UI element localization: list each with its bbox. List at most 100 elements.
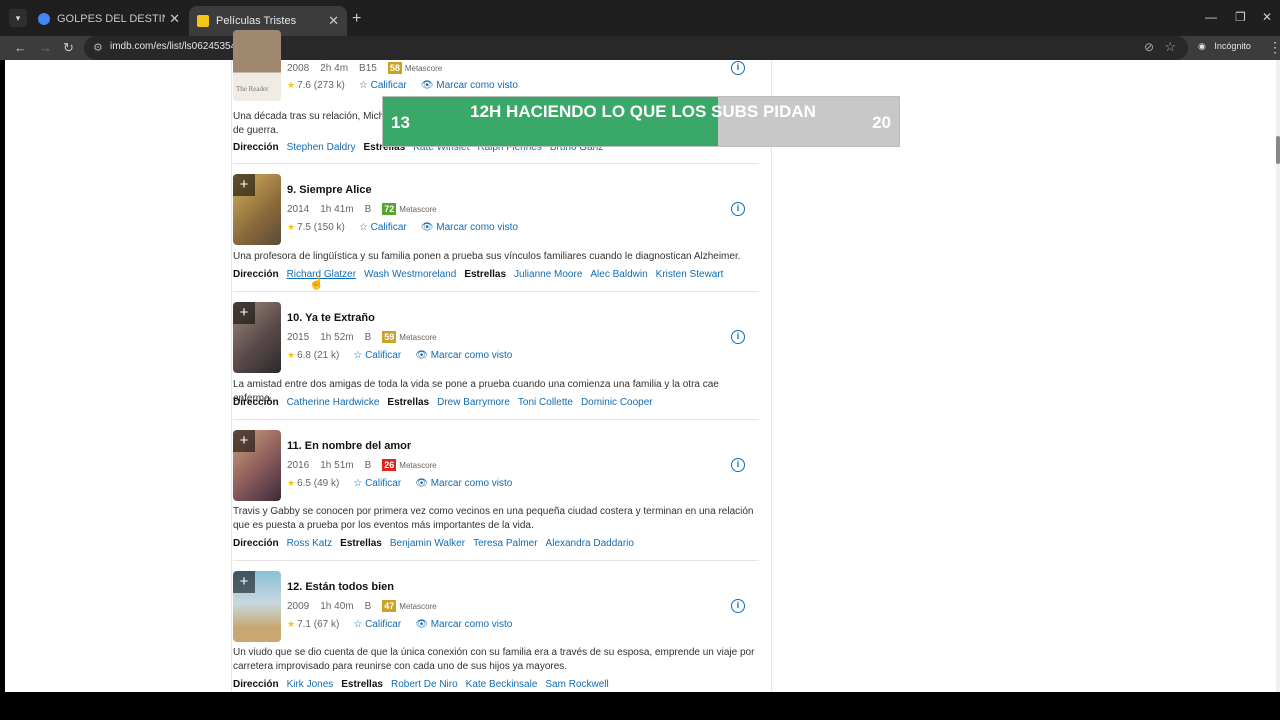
movie-title[interactable]: 9. Siempre Alice xyxy=(287,184,372,196)
bookmark-star-icon[interactable]: ☆ xyxy=(1164,39,1176,55)
info-icon[interactable]: i xyxy=(731,599,745,613)
info-icon[interactable]: i xyxy=(731,61,745,75)
star-link[interactable]: Dominic Cooper xyxy=(581,397,653,408)
star-link[interactable]: Benjamin Walker xyxy=(390,538,465,549)
star-link[interactable]: Alexandra Daddario xyxy=(546,538,634,549)
info-icon[interactable]: i xyxy=(731,202,745,216)
movie-description: Un viudo que se dio cuenta de que la úni… xyxy=(233,647,755,672)
star-link[interactable]: Kate Beckinsale xyxy=(466,679,538,690)
tab-title: Películas Tristes xyxy=(216,15,297,27)
mark-seen-button[interactable]: 👁 Marcar como visto xyxy=(415,350,512,361)
new-tab-icon[interactable]: + xyxy=(352,10,361,28)
poster-caption: The Reader xyxy=(236,85,269,93)
poster[interactable]: + xyxy=(233,430,281,501)
director-link[interactable]: Kirk Jones xyxy=(287,679,334,690)
direction-label: Dirección xyxy=(233,679,279,690)
rating-value: 6.5 xyxy=(297,478,311,489)
info-icon[interactable]: i xyxy=(731,458,745,472)
stars-label: Estrellas xyxy=(464,269,507,280)
close-tab-icon[interactable]: ✕ xyxy=(169,11,180,27)
star-icon: ★ xyxy=(287,80,296,90)
poster[interactable]: + xyxy=(233,302,281,373)
star-link[interactable]: Julianne Moore xyxy=(514,269,582,280)
metascore-badge: 26 xyxy=(382,459,397,471)
year: 2016 xyxy=(287,459,310,471)
movie-meta: 2014 1h 41m B 72 Metascore xyxy=(287,203,437,215)
rate-button[interactable]: ☆ Calificar xyxy=(353,619,401,630)
tab-title: GOLPES DEL DESTINO - Buscar xyxy=(57,13,165,25)
star-link[interactable]: Robert De Niro xyxy=(391,679,458,690)
tracking-blocked-icon[interactable]: ⊘ xyxy=(1144,40,1154,54)
movie-title[interactable]: 10. Ya te Extraño xyxy=(287,312,375,324)
poster-the-reader[interactable]: The Reader xyxy=(233,30,281,101)
add-to-watchlist-icon[interactable]: + xyxy=(233,302,255,324)
google-favicon-icon xyxy=(38,13,50,25)
incognito-indicator[interactable]: ◉ Incógnito xyxy=(1198,41,1251,52)
metascore-badge: 58 xyxy=(387,62,402,74)
director-link[interactable]: Ross Katz xyxy=(287,538,333,549)
scrollbar[interactable] xyxy=(1276,60,1280,692)
direction-label: Dirección xyxy=(233,538,279,549)
star-link[interactable]: Teresa Palmer xyxy=(473,538,537,549)
reload-icon[interactable]: ↻ xyxy=(63,40,74,56)
director-link[interactable]: Catherine Hardwicke xyxy=(287,397,380,408)
tab-search-button[interactable]: ▾ xyxy=(9,9,27,27)
vote-count: (150 k) xyxy=(313,222,345,233)
close-tab-icon[interactable]: ✕ xyxy=(328,13,339,29)
runtime: 1h 51m xyxy=(320,459,354,471)
restore-icon[interactable]: ❐ xyxy=(1235,10,1246,24)
star-link[interactable]: Kristen Stewart xyxy=(656,269,724,280)
rate-button[interactable]: ☆ Calificar xyxy=(353,350,401,361)
scrollbar-thumb[interactable] xyxy=(1276,136,1280,164)
star-icon: ★ xyxy=(287,619,296,629)
add-to-watchlist-icon[interactable]: + xyxy=(233,174,255,196)
menu-icon[interactable]: ⋮ xyxy=(1268,39,1280,56)
divider xyxy=(233,560,759,561)
url-text: imdb.com/es/list/ls062453547/ xyxy=(110,41,245,52)
poster[interactable]: + xyxy=(233,571,281,642)
rating-value: 7.1 xyxy=(297,619,311,630)
credits-row: Dirección Catherine Hardwicke Estrellas … xyxy=(233,397,661,408)
vote-count: (21 k) xyxy=(313,350,340,361)
rate-label: Calificar xyxy=(365,350,402,361)
year: 2015 xyxy=(287,331,310,343)
mark-seen-button[interactable]: 👁 Marcar como visto xyxy=(421,80,518,91)
director-link[interactable]: Stephen Daldry xyxy=(287,142,356,153)
star-link[interactable]: Toni Collette xyxy=(518,397,573,408)
rate-button[interactable]: ☆ Calificar xyxy=(359,222,407,233)
rate-button[interactable]: ☆ Calificar xyxy=(359,80,407,91)
rate-button[interactable]: ☆ Calificar xyxy=(353,478,401,489)
direction-label: Dirección xyxy=(233,397,279,408)
stars-label: Estrellas xyxy=(341,679,383,690)
mark-seen-button[interactable]: 👁 Marcar como visto xyxy=(421,222,518,233)
tab-golpes[interactable]: GOLPES DEL DESTINO - Buscar ✕ xyxy=(30,6,188,32)
site-info-icon[interactable]: ⚙ xyxy=(93,41,103,54)
movie-title[interactable]: 12. Están todos bien xyxy=(287,581,394,593)
close-window-icon[interactable]: ✕ xyxy=(1262,10,1272,24)
star-link[interactable]: Sam Rockwell xyxy=(545,679,608,690)
metascore-label: Metascore xyxy=(404,63,443,73)
add-to-watchlist-icon[interactable]: + xyxy=(233,430,255,452)
incognito-icon: ◉ xyxy=(1198,41,1206,51)
year: 2008 xyxy=(287,62,310,74)
star-link[interactable]: Alec Baldwin xyxy=(590,269,647,280)
back-icon[interactable]: ← xyxy=(14,40,27,55)
certificate: B xyxy=(364,203,372,215)
mark-seen-label: Marcar como visto xyxy=(430,350,513,361)
info-icon[interactable]: i xyxy=(731,330,745,344)
direction-label: Dirección xyxy=(233,142,279,153)
forward-icon[interactable]: → xyxy=(39,40,52,55)
mark-seen-button[interactable]: 👁 Marcar como visto xyxy=(415,478,512,489)
mark-seen-button[interactable]: 👁 Marcar como visto xyxy=(415,619,512,630)
mark-seen-label: Marcar como visto xyxy=(436,222,518,233)
movie-title[interactable]: 11. En nombre del amor xyxy=(287,440,411,452)
rating-row: ★ 7.5 (150 k) ☆ Calificar 👁 Marcar como … xyxy=(287,222,518,233)
poster[interactable]: + xyxy=(233,174,281,245)
metascore-badge: 47 xyxy=(382,600,397,612)
vote-count: (49 k) xyxy=(313,478,340,489)
director-link[interactable]: Wash Westmoreland xyxy=(364,269,456,280)
minimize-icon[interactable]: — xyxy=(1205,10,1217,24)
star-link[interactable]: Drew Barrymore xyxy=(437,397,510,408)
add-to-watchlist-icon[interactable]: + xyxy=(233,571,255,593)
certificate: B15 xyxy=(359,62,377,74)
